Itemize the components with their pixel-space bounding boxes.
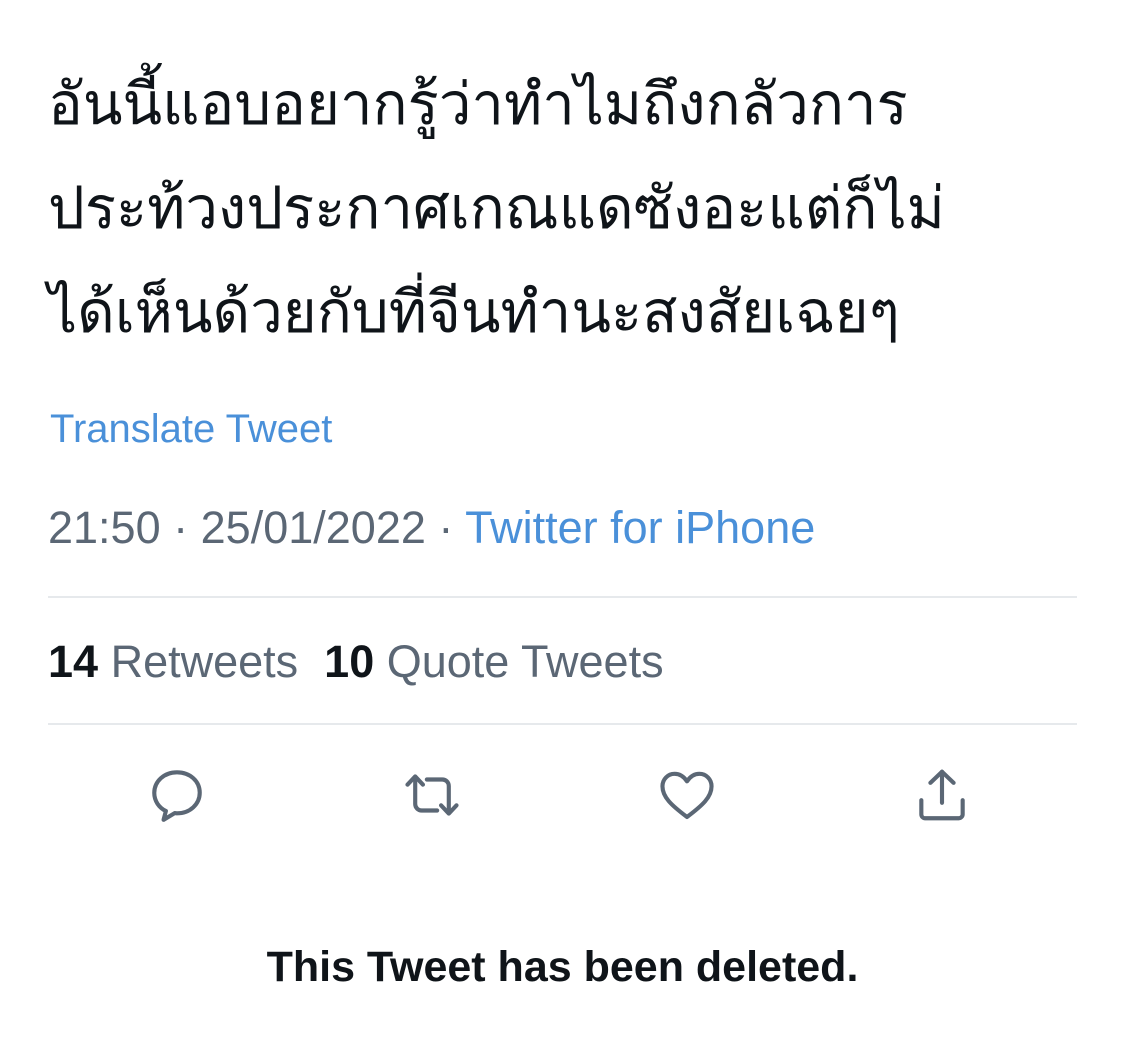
tweet-stats: 14 Retweets 10 Quote Tweets (48, 634, 664, 690)
quote-tweets-stat[interactable]: 10 Quote Tweets (324, 634, 663, 690)
tweet-meta: 21:50 · 25/01/2022 · Twitter for iPhone (48, 500, 815, 556)
tweet-source-link[interactable]: Twitter for iPhone (465, 502, 815, 553)
heart-icon (660, 771, 714, 820)
meta-separator: · (173, 502, 189, 553)
share-button[interactable] (907, 760, 977, 830)
tweet-text: อันนี้แอบอยากรู้ว่าทำไมถึงกลัวการ ประท้ว… (48, 52, 1088, 364)
retweets-label: Retweets (110, 636, 299, 687)
tweet-date: 25/01/2022 (200, 502, 426, 553)
share-icon (919, 769, 965, 821)
tweet-actions-bar (0, 760, 1125, 830)
retweet-icon (405, 774, 459, 816)
like-button[interactable] (652, 760, 722, 830)
deleted-tweet-notice: This Tweet has been deleted. (266, 943, 859, 991)
reply-button[interactable] (142, 760, 212, 830)
retweets-stat[interactable]: 14 Retweets (48, 634, 298, 690)
tweet-time: 21:50 (48, 502, 161, 553)
retweet-button[interactable] (397, 760, 467, 830)
divider (48, 723, 1077, 725)
tweet-text-line: อันนี้แอบอยากรู้ว่าทำไมถึงกลัวการ (48, 70, 908, 138)
meta-separator: · (438, 502, 454, 553)
quote-tweets-count: 10 (324, 636, 375, 687)
quote-tweets-label: Quote Tweets (386, 636, 664, 687)
divider (48, 596, 1077, 598)
tweet-text-line: ได้เห็นด้วยกับที่จีนทำนะสงสัยเฉยๆ (48, 278, 900, 346)
reply-icon (152, 770, 202, 822)
tweet-text-line: ประท้วงประกาศเกณแดซังอะแต่ก็ไม่ (48, 174, 945, 242)
retweets-count: 14 (48, 636, 99, 687)
translate-tweet-link[interactable]: Translate Tweet (50, 404, 332, 454)
